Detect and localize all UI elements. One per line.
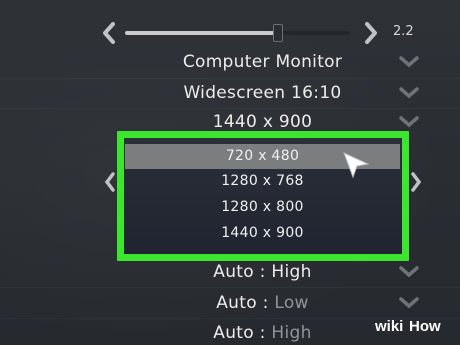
chevron-down-icon[interactable] xyxy=(398,296,420,310)
chevron-right-icon[interactable] xyxy=(410,172,422,192)
row-value: Auto : High xyxy=(0,258,460,286)
row-setting: High xyxy=(271,323,312,343)
row-value: Widescreen 16:10 xyxy=(183,83,342,103)
display-mode-row[interactable]: Computer Monitor xyxy=(0,48,460,76)
divider xyxy=(0,287,460,288)
quality-row[interactable]: Auto : Low xyxy=(0,289,460,317)
quality-row[interactable]: Auto : High xyxy=(0,258,460,286)
chevron-down-icon[interactable] xyxy=(398,86,420,100)
row-value: Auto : Low xyxy=(0,289,460,317)
settings-screen: 2.2 Computer Monitor Widescreen 16:10 14… xyxy=(0,0,460,345)
watermark-logo: wiki How xyxy=(375,318,455,342)
chevron-down-icon[interactable] xyxy=(398,55,420,69)
watermark-part: How xyxy=(409,318,441,335)
chevron-left-icon[interactable] xyxy=(100,22,118,44)
chevron-right-icon[interactable] xyxy=(362,22,380,44)
aspect-ratio-row[interactable]: Widescreen 16:10 xyxy=(0,79,460,107)
watermark-part: wiki xyxy=(375,318,404,335)
mouse-cursor-icon xyxy=(341,150,371,180)
row-prefix: Auto : xyxy=(216,293,275,313)
chevron-down-icon[interactable] xyxy=(398,265,420,279)
chevron-down-icon[interactable] xyxy=(398,115,420,129)
brightness-value: 2.2 xyxy=(393,24,414,39)
row-setting: High xyxy=(271,262,312,282)
row-value: Computer Monitor xyxy=(182,52,343,72)
slider-fill xyxy=(125,31,278,35)
chevron-left-icon[interactable] xyxy=(104,172,116,192)
slider-thumb[interactable] xyxy=(273,24,283,42)
row-prefix: Auto : xyxy=(213,262,272,282)
row-prefix: Auto : xyxy=(213,323,272,343)
brightness-slider[interactable]: 2.2 xyxy=(100,18,430,48)
row-setting: Low xyxy=(274,293,309,313)
